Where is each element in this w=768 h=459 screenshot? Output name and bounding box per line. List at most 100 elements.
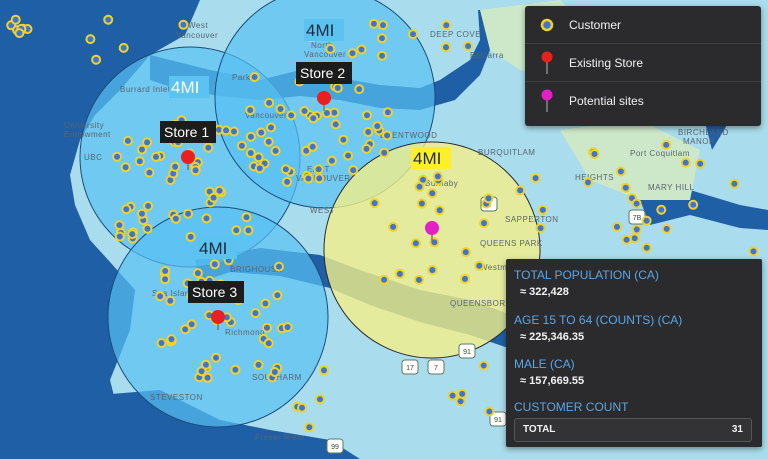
customer-marker[interactable] <box>214 185 225 196</box>
customer-marker[interactable] <box>250 308 261 319</box>
customer-marker[interactable] <box>196 366 207 377</box>
customer-marker[interactable] <box>183 208 194 219</box>
customer-marker[interactable] <box>408 29 418 40</box>
customer-marker[interactable] <box>427 188 438 199</box>
customer-marker[interactable] <box>165 295 176 306</box>
customer-marker[interactable] <box>118 42 129 53</box>
customer-marker[interactable] <box>441 42 451 53</box>
customer-marker[interactable] <box>299 106 310 116</box>
customer-marker[interactable] <box>348 165 359 176</box>
customer-marker[interactable] <box>211 352 221 363</box>
customer-marker[interactable] <box>356 44 367 55</box>
customer-marker[interactable] <box>114 220 125 231</box>
customer-marker[interactable] <box>112 151 123 162</box>
customer-marker[interactable] <box>241 212 252 223</box>
customer-marker[interactable] <box>484 406 495 417</box>
customer-marker[interactable] <box>530 173 541 184</box>
customer-marker[interactable] <box>282 176 293 187</box>
customer-marker[interactable] <box>230 364 241 375</box>
customer-marker[interactable] <box>410 238 421 249</box>
customer-marker[interactable] <box>166 334 177 345</box>
customer-marker[interactable] <box>474 260 485 271</box>
customer-marker[interactable] <box>338 134 349 145</box>
customer-marker[interactable] <box>330 119 341 130</box>
customer-marker[interactable] <box>441 20 452 31</box>
customer-marker[interactable] <box>155 291 166 302</box>
customer-marker[interactable] <box>262 322 272 333</box>
customer-marker[interactable] <box>483 193 494 204</box>
customer-marker[interactable] <box>156 338 167 348</box>
customer-marker[interactable] <box>347 48 358 59</box>
customer-marker[interactable] <box>583 177 593 188</box>
customer-marker[interactable] <box>122 135 133 146</box>
customer-marker[interactable] <box>631 198 642 209</box>
customer-marker[interactable] <box>394 268 405 279</box>
customer-marker[interactable] <box>378 20 388 31</box>
customer-marker[interactable] <box>661 139 672 150</box>
customer-marker[interactable] <box>307 141 318 152</box>
customer-marker[interactable] <box>203 142 214 153</box>
customer-marker[interactable] <box>151 151 161 162</box>
customer-marker[interactable] <box>178 19 189 30</box>
customer-marker[interactable] <box>629 233 640 244</box>
customer-marker[interactable] <box>245 148 256 158</box>
customer-marker[interactable] <box>382 107 393 118</box>
customer-marker[interactable] <box>379 274 390 285</box>
customer-marker[interactable] <box>201 213 212 224</box>
customer-marker[interactable] <box>303 173 314 184</box>
customer-marker[interactable] <box>362 110 372 121</box>
customer-marker[interactable] <box>103 14 114 25</box>
customer-marker[interactable] <box>272 290 283 301</box>
customer-marker[interactable] <box>343 150 354 161</box>
customer-marker[interactable] <box>121 204 132 215</box>
customer-marker[interactable] <box>144 167 155 178</box>
customer-marker[interactable] <box>127 229 138 240</box>
customer-marker[interactable] <box>372 121 383 132</box>
customer-marker[interactable] <box>243 225 254 236</box>
customer-marker[interactable] <box>313 164 324 175</box>
customer-marker[interactable] <box>142 223 153 234</box>
customer-marker[interactable] <box>612 221 622 232</box>
customer-marker[interactable] <box>297 402 307 413</box>
customer-marker[interactable] <box>748 246 759 257</box>
customer-marker[interactable] <box>460 247 471 258</box>
customer-marker[interactable] <box>263 136 274 147</box>
customer-marker[interactable] <box>325 43 336 54</box>
customer-marker[interactable] <box>460 273 470 284</box>
customer-marker[interactable] <box>120 162 131 173</box>
customer-marker[interactable] <box>253 359 264 370</box>
customer-marker[interactable] <box>589 149 600 159</box>
customer-marker[interactable] <box>416 198 427 209</box>
customer-marker[interactable] <box>209 259 220 270</box>
customer-marker[interactable] <box>308 113 319 124</box>
customer-marker[interactable] <box>280 164 291 175</box>
customer-marker[interactable] <box>275 104 286 114</box>
customer-marker[interactable] <box>326 155 337 166</box>
customer-marker[interactable] <box>270 145 281 156</box>
customer-marker[interactable] <box>695 158 706 169</box>
customer-marker[interactable] <box>661 223 672 234</box>
customer-marker[interactable] <box>382 130 393 141</box>
customer-marker[interactable] <box>631 224 642 235</box>
customer-marker[interactable] <box>414 274 424 285</box>
customer-marker[interactable] <box>266 122 276 133</box>
customer-marker[interactable] <box>264 97 275 108</box>
customer-marker[interactable] <box>620 182 631 193</box>
customer-marker[interactable] <box>143 201 154 211</box>
customer-marker[interactable] <box>377 50 388 61</box>
customer-marker[interactable] <box>186 319 197 330</box>
customer-marker[interactable] <box>229 126 239 137</box>
customer-marker[interactable] <box>263 338 274 349</box>
customer-marker[interactable] <box>478 360 489 371</box>
customer-marker[interactable] <box>434 205 445 216</box>
customer-marker[interactable] <box>114 231 125 242</box>
customer-marker[interactable] <box>245 131 256 142</box>
customer-marker[interactable] <box>354 84 365 95</box>
customer-marker[interactable] <box>377 33 387 44</box>
customer-marker[interactable] <box>192 268 203 279</box>
customer-marker[interactable] <box>537 204 548 215</box>
customer-marker[interactable] <box>231 225 242 236</box>
customer-marker[interactable] <box>91 54 102 65</box>
customer-marker[interactable] <box>253 152 264 163</box>
customer-marker[interactable] <box>680 157 691 168</box>
